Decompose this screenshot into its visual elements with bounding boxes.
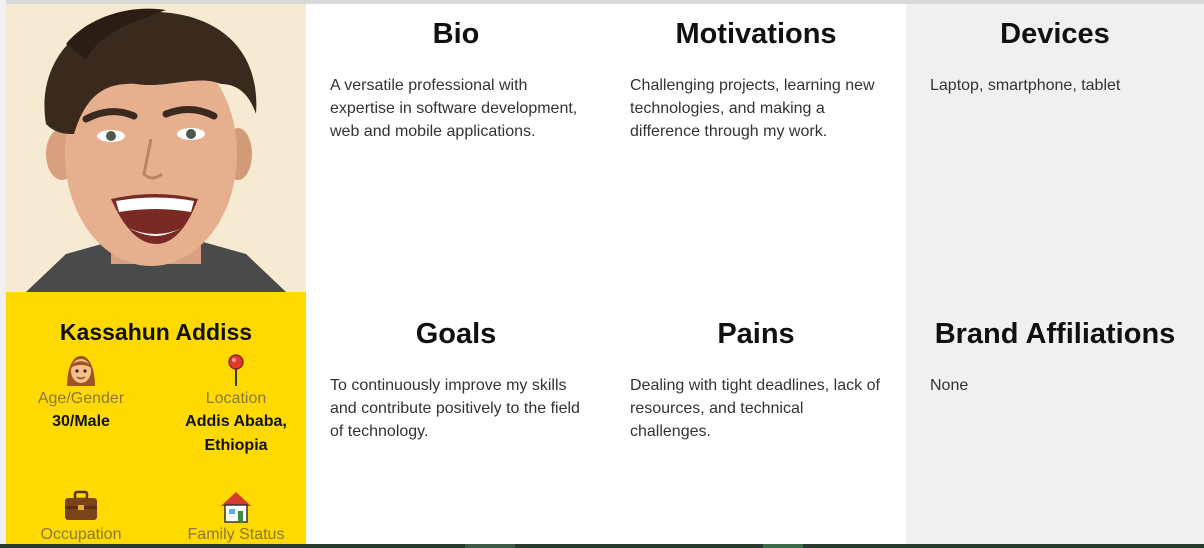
pains-title: Pains xyxy=(717,318,795,350)
motivations-section: Motivations Challenging projects, learni… xyxy=(606,18,906,143)
bottom-border-highlight xyxy=(465,544,515,548)
map-pin-icon xyxy=(228,354,244,386)
brand-affiliations-text: None xyxy=(930,377,969,394)
profile-photo-image xyxy=(6,4,306,292)
devices-section: Devices Laptop, smartphone, tablet xyxy=(906,18,1204,97)
persona-name: Kassahun Addiss xyxy=(59,319,253,345)
bottom-border xyxy=(0,544,1204,548)
goals-text: To continuously improve my skills and co… xyxy=(330,377,580,440)
age-gender-attribute: Age/Gender 30/Male xyxy=(6,352,156,434)
occupation-attribute: Occupation xyxy=(6,488,156,544)
briefcase-icon xyxy=(65,490,97,520)
person-icon xyxy=(67,356,95,386)
age-gender-value: 30/Male xyxy=(52,413,110,430)
profile-card: Kassahun Addiss Age/Gender 30/Male Locat… xyxy=(6,292,306,544)
location-label: Location xyxy=(205,390,267,407)
pains-text: Dealing with tight deadlines, lack of re… xyxy=(630,377,880,440)
brand-affiliations-section: Brand Affiliations None xyxy=(906,318,1204,397)
pains-section: Pains Dealing with tight deadlines, lack… xyxy=(606,318,906,443)
location-value: Addis Ababa, Ethiopia xyxy=(185,413,287,454)
motivations-title: Motivations xyxy=(675,18,837,50)
bio-section: Bio A versatile professional with expert… xyxy=(306,18,606,143)
bio-title: Bio xyxy=(432,18,480,50)
bio-text: A versatile professional with expertise … xyxy=(330,77,578,140)
goals-title: Goals xyxy=(415,318,497,350)
devices-text: Laptop, smartphone, tablet xyxy=(930,77,1121,94)
brand-affiliations-title: Brand Affiliations xyxy=(934,318,1176,350)
occupation-label: Occupation xyxy=(40,526,122,543)
devices-title: Devices xyxy=(1000,18,1110,50)
profile-photo xyxy=(6,4,306,292)
motivations-text: Challenging projects, learning new techn… xyxy=(630,77,875,140)
family-status-attribute: Family Status xyxy=(161,488,311,544)
goals-section: Goals To continuously improve my skills … xyxy=(306,318,606,443)
house-icon xyxy=(221,492,251,523)
location-attribute: Location Addis Ababa, Ethiopia xyxy=(161,352,311,458)
family-status-label: Family Status xyxy=(187,526,285,543)
age-gender-label: Age/Gender xyxy=(37,390,125,407)
bottom-border-highlight xyxy=(763,544,803,548)
